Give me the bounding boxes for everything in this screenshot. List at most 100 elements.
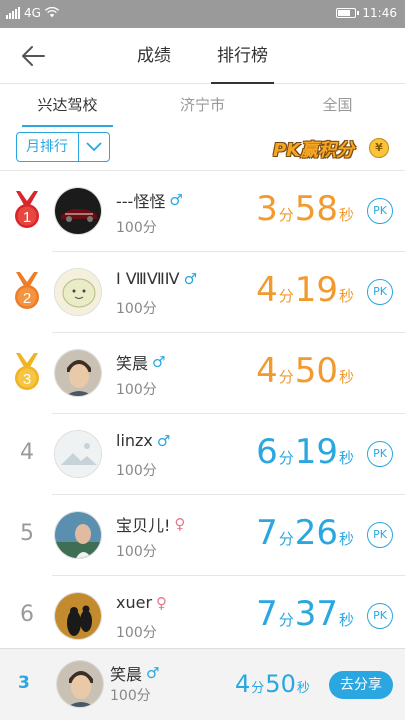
minute-unit: 分 [278,530,294,548]
ranking-row[interactable]: 6 xuer ♀ 100分 7 分 37 秒 PK [0,576,405,657]
pk-button[interactable]: PK [367,198,393,224]
time-minutes: 6 [256,432,278,472]
female-icon: ♀ [174,515,186,533]
username: linzx [116,431,153,450]
ranking-row[interactable]: 3 笑晨 ♂ 100分 4 分 50 秒 [0,333,405,414]
my-score: 100分 [110,688,151,704]
pk-button[interactable]: PK [367,603,393,629]
time-minutes: 7 [256,513,278,553]
ranking-row[interactable]: 4 linzx ♂ 100分 6 分 19 秒 PK [0,414,405,495]
minute-unit: 分 [278,611,294,629]
tab-leaderboard[interactable]: 排行榜 [211,28,274,84]
score: 100分 [116,301,157,317]
gold-medal-icon: 1 [15,191,39,228]
ranking-row[interactable]: 1 ---怪怪 ♂ 100分 3 分 58 秒 PK [0,171,405,252]
second-unit: 秒 [338,287,354,305]
second-unit: 秒 [338,206,354,224]
completion-time: 4 分 50 秒 [256,353,355,389]
second-unit: 秒 [296,681,310,696]
score: 100分 [116,625,157,641]
rank-number: 4 [20,440,34,465]
silver-medal-icon: 2 [15,272,39,309]
ranking-row[interactable]: 5 宝贝儿! ♀ 100分 7 分 26 秒 PK [0,495,405,576]
pk-button[interactable]: PK [367,279,393,305]
username: 宝贝儿! [116,516,171,535]
completion-time: 4 分 19 秒 [256,272,355,308]
ranking-list: 1 ---怪怪 ♂ 100分 3 分 58 秒 PK 2 Ⅰ ⅧⅦⅣ ♂ 100分 4分1… [0,171,405,657]
time-seconds: 50 [265,670,296,698]
female-icon: ♀ [156,593,168,612]
ranking-row[interactable]: 2 Ⅰ ⅧⅦⅣ ♂ 100分 4 分 19 秒 PK [0,252,405,333]
time-minutes: 3 [256,189,278,229]
chevron-down-icon [79,133,109,161]
score: 100分 [116,220,157,236]
minute-unit: 分 [278,368,294,386]
username: ---怪怪 [116,192,166,211]
tab-school[interactable]: 兴达驾校 [0,85,135,129]
pk-button[interactable]: PK [367,441,393,467]
my-ranking-bar: 3 笑晨 ♂ 100分 4 分 50 秒 去分享 [0,648,405,720]
second-unit: 秒 [338,611,354,629]
signal-icon [6,7,20,19]
avatar[interactable] [54,187,102,235]
username: xuer [116,593,153,612]
time-seconds: 50 [294,351,338,391]
my-username: 笑晨 [110,665,143,684]
my-avatar[interactable] [56,660,104,708]
period-dropdown-label: 月排行 [17,133,79,161]
time-minutes: 4 [256,351,278,391]
completion-time: 7 分 26 秒 [256,515,355,551]
status-bar: 4G 11:46 [0,0,405,28]
minute-unit: 分 [278,449,294,467]
rank-number: 6 [20,602,34,627]
avatar[interactable] [54,268,102,316]
male-icon: ♂ [152,353,166,371]
svg-text:3: 3 [23,371,31,388]
svg-text:1: 1 [23,209,31,226]
score: 100分 [116,382,157,398]
scope-tabs: 兴达驾校 济宁市 全国 [0,85,405,129]
second-unit: 秒 [338,449,354,467]
male-icon: ♂ [183,269,198,288]
pk-banner-text: PK赢积分 [273,140,355,161]
second-unit: 秒 [338,368,354,386]
my-completion-time: 4 分 50 秒 [235,671,311,697]
rank-number: 5 [20,521,34,546]
coin-icon: ¥ [369,138,389,158]
time-minutes: 4 [256,270,278,310]
bronze-medal-icon: 3 [15,353,39,390]
male-icon: ♂ [156,431,171,450]
username: Ⅰ ⅧⅦⅣ [116,269,180,288]
second-unit: 秒 [338,530,354,548]
pk-points-banner[interactable]: PK赢积分 ¥ [269,132,391,164]
time-seconds: 58 [294,189,338,229]
completion-time: 3 分 58 秒 [256,191,355,227]
avatar[interactable] [54,592,102,640]
clock: 11:46 [362,6,397,20]
avatar[interactable] [54,430,102,478]
my-rank-number: 3 [18,673,30,693]
tab-national[interactable]: 全国 [270,85,405,129]
time-seconds: 19 [294,432,338,472]
minute-unit: 分 [278,287,294,305]
tab-city[interactable]: 济宁市 [135,85,270,129]
avatar[interactable] [54,349,102,397]
time-seconds: 19 [294,270,338,310]
share-button[interactable]: 去分享 [329,671,393,699]
period-dropdown[interactable]: 月排行 [16,132,110,162]
male-icon: ♂ [169,191,183,209]
time-minutes: 4 [235,670,251,698]
username: 笑晨 [116,354,149,373]
minute-unit: 分 [278,206,294,224]
wifi-icon [44,7,59,18]
score: 100分 [116,463,157,479]
pk-button[interactable]: PK [367,522,393,548]
svg-text:2: 2 [23,290,31,307]
avatar[interactable] [54,511,102,559]
top-nav: 成绩 排行榜 [0,28,405,84]
score: 100分 [116,544,157,560]
male-icon: ♂ [146,664,160,682]
completion-time: 7 分 37 秒 [256,596,355,632]
tab-scores[interactable]: 成绩 [131,28,177,84]
time-seconds: 37 [294,594,338,634]
